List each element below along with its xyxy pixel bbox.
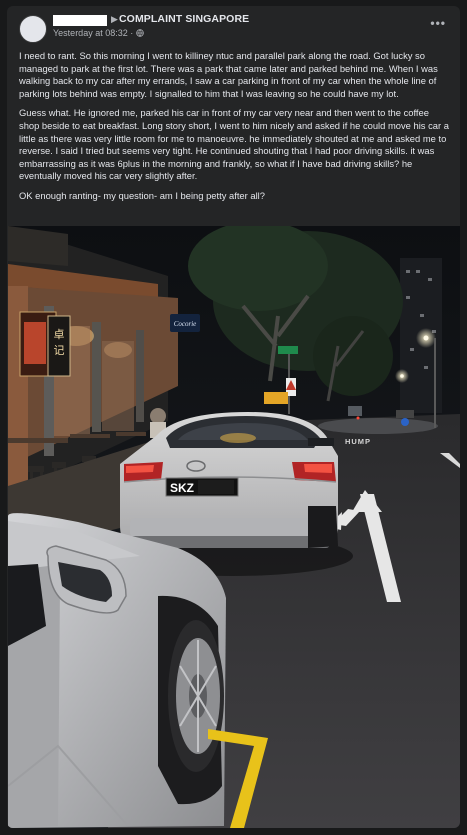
post-card: ▶ COMPLAINT SINGAPORE Yesterday at 08:32… [7,6,460,828]
post-timestamp[interactable]: Yesterday at 08:32 · [53,28,133,38]
near-parked-car [8,513,226,828]
post-paragraph: Guess what. He ignored me, parked his ca… [19,107,449,182]
svg-text:卓: 卓 [54,328,65,341]
post-header: ▶ COMPLAINT SINGAPORE Yesterday at 08:32… [7,6,460,46]
avatar[interactable] [19,15,47,43]
caret-right-icon: ▶ [111,14,118,24]
post-body: I need to rant. So this morning I went t… [19,50,451,210]
group-name-link[interactable]: COMPLAINT SINGAPORE [119,13,249,25]
post-paragraph: OK enough ranting- my question- am I bei… [19,189,265,201]
more-horizontal-icon[interactable]: ••• [430,16,446,30]
shop-sign-text: Cocorie [174,320,197,328]
street-scene-illustration: 卓 记 Cocorie HUMP SKZ [8,226,460,828]
redacted-author-name[interactable] [53,15,107,26]
post-paragraph: I need to rant. So this morning I went t… [19,50,438,99]
svg-text:记: 记 [54,344,65,357]
road-marking-text: HUMP [345,437,371,446]
license-plate-text: SKZ [170,481,194,495]
globe-icon [136,29,144,37]
post-photo[interactable]: 卓 记 Cocorie HUMP SKZ [8,226,460,828]
